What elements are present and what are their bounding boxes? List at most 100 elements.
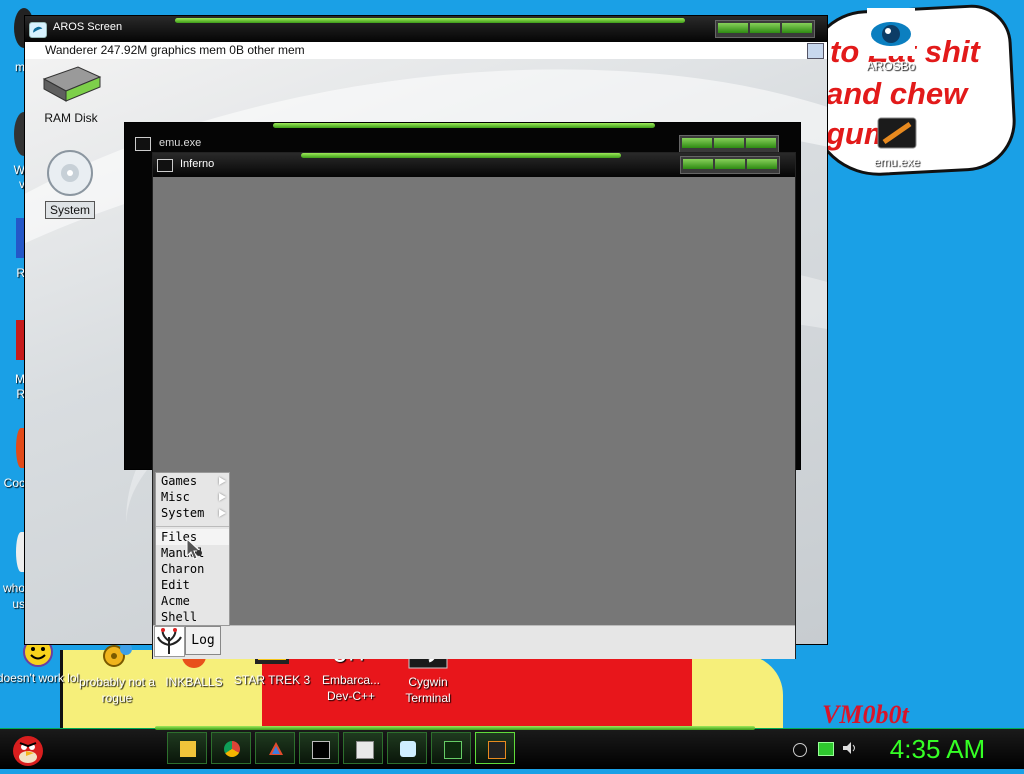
window-controls (680, 156, 780, 174)
desktop-icon-label: emu.exe (873, 155, 921, 169)
start-button[interactable] (8, 729, 48, 769)
menu-item-charon[interactable]: Charon (156, 561, 229, 577)
taskbar-item-window[interactable] (343, 732, 383, 764)
chrome-icon (224, 741, 240, 757)
window-controls (715, 20, 815, 38)
desktop-icon-label: Cygwin Terminal (405, 675, 451, 705)
taskbar-clock[interactable]: 4:35 AM (880, 734, 995, 764)
wallpaper-signature: VM0b0t (822, 700, 909, 728)
inferno-window[interactable]: Inferno (152, 152, 796, 659)
folder-icon (180, 741, 196, 757)
menu-item-edit[interactable]: Edit (156, 577, 229, 593)
desktop-icon-label: v (19, 177, 25, 191)
volume-icon[interactable] (842, 740, 858, 756)
aros-logo-icon (29, 22, 47, 38)
submenu-arrow-icon (219, 477, 226, 485)
desktop-icon-label: who (2, 581, 25, 595)
desktop-icon-arosboot[interactable]: AROSBo (849, 8, 933, 74)
windows-taskbar (0, 726, 1024, 769)
menu-separator (156, 526, 229, 527)
system-drawer[interactable]: System (42, 149, 98, 219)
angry-bird-start-icon (13, 736, 43, 766)
wanderer-status-bar: Wanderer 247.92M graphics mem 0B other m… (25, 42, 827, 60)
desktop-icon-label: Coc (3, 476, 25, 490)
taskbar-item-chrome[interactable] (211, 732, 251, 764)
inferno-vitanuova-icon (157, 628, 182, 654)
desktop-icon-label: INKBALLS (165, 675, 223, 689)
ram-disk-drawer[interactable]: RAM Disk (31, 65, 111, 125)
ram-disk-label: RAM Disk (44, 111, 98, 125)
maximize-button[interactable] (750, 23, 780, 33)
menu-item-system[interactable]: System (156, 505, 229, 521)
close-button[interactable] (746, 138, 776, 148)
taskbar-item-explorer[interactable] (167, 732, 207, 764)
close-button[interactable] (747, 159, 777, 169)
memory-status-text: Wanderer 247.92M graphics mem 0B other m… (45, 43, 305, 57)
terminal-icon (444, 741, 462, 759)
submenu-arrow-icon (219, 493, 226, 501)
desktop-icon-emu-exe[interactable]: emu.exe (855, 114, 939, 170)
minimize-button[interactable] (683, 159, 713, 169)
network-icon[interactable] (818, 742, 834, 756)
system-disk-icon (44, 149, 96, 197)
desktop-icon-label: us (12, 597, 25, 611)
window-menu-icon[interactable] (157, 159, 173, 172)
desktop-icon-label: probably not a rogue (78, 675, 156, 705)
log-button[interactable]: Log (185, 626, 221, 655)
chevron-icon[interactable] (793, 743, 807, 757)
desktop-icon-label: Embarca... Dev-C++ (321, 673, 381, 703)
taskbar-accent (155, 726, 755, 730)
cmd-icon (312, 741, 330, 759)
inferno-logo-button[interactable] (154, 626, 185, 657)
aros-eye-icon (867, 8, 915, 56)
emu-icon (488, 741, 506, 759)
desktop-icon-rogue[interactable]: probably not a rogue (75, 640, 159, 706)
taskbar-item-cmd[interactable] (299, 732, 339, 764)
menu-item-misc[interactable]: Misc (156, 489, 229, 505)
desktop-icon-label: STAR TREK 3 (233, 673, 311, 687)
close-button[interactable] (782, 23, 812, 33)
minimize-button[interactable] (682, 138, 712, 148)
desktop-icon-label: W (13, 163, 25, 177)
minimize-button[interactable] (718, 23, 748, 33)
desktop-icon-label: R (16, 266, 25, 280)
window-title: emu.exe (159, 137, 202, 149)
mouse-cursor-icon (186, 537, 206, 562)
window-icon (356, 741, 374, 759)
window-title: Inferno (180, 158, 215, 170)
wallpaper-text: and chew (826, 76, 968, 111)
titlebar-accent (273, 123, 655, 128)
emu-exe-icon (876, 114, 918, 152)
taskbar-item-emu[interactable] (475, 732, 515, 764)
taskbar-item-aros[interactable] (387, 732, 427, 764)
window-controls (679, 135, 779, 153)
desktop-icon-label: doesn't work lol (0, 671, 80, 685)
menu-item-games[interactable]: Games (156, 473, 229, 489)
aros-icon (400, 741, 416, 757)
taskbar-item-terminal[interactable] (431, 732, 471, 764)
menu-item-acme[interactable]: Acme (156, 593, 229, 609)
aros-screen-titlebar[interactable]: AROS Screen (25, 16, 827, 42)
submenu-arrow-icon (219, 509, 226, 517)
maximize-button[interactable] (714, 138, 744, 148)
screen-depth-icon[interactable] (807, 43, 824, 59)
window-title: AROS Screen (53, 21, 123, 33)
desktop-icon-label: M (15, 372, 25, 386)
titlebar-accent (301, 153, 621, 158)
app-icon (268, 741, 284, 757)
system-label: System (44, 201, 95, 219)
titlebar-accent (175, 18, 685, 23)
inferno-canvas[interactable] (153, 177, 795, 625)
desktop-icon-label: m (15, 60, 25, 74)
desktop-icon-label: R (16, 387, 25, 401)
wallpaper-shape (680, 655, 783, 728)
desktop-icon-label: AROSBo (866, 59, 916, 73)
inferno-taskbar (153, 625, 795, 659)
taskbar-item-app[interactable] (255, 732, 295, 764)
window-menu-icon[interactable] (135, 137, 151, 151)
inferno-titlebar[interactable]: Inferno (153, 153, 795, 177)
maximize-button[interactable] (715, 159, 745, 169)
ram-disk-icon (38, 65, 104, 105)
menu-item-shell[interactable]: Shell (156, 609, 229, 625)
gears-icon (100, 640, 134, 672)
